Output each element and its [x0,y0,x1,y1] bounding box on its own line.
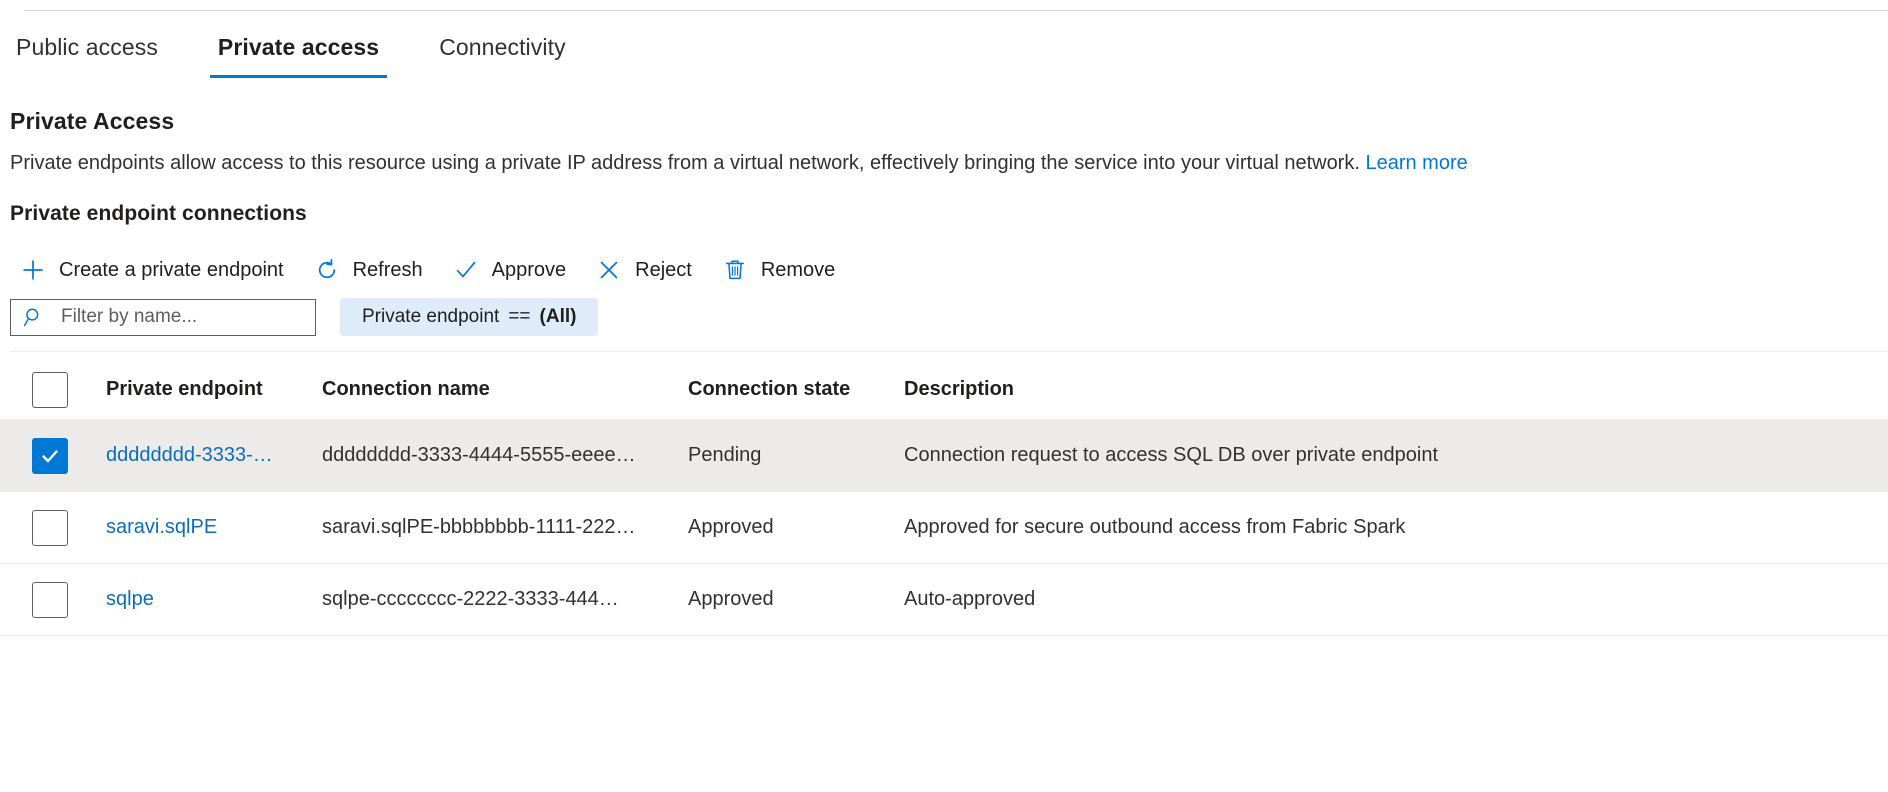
column-header-connection-state[interactable]: Connection state [688,378,904,401]
search-input[interactable] [61,306,307,328]
section-description-text: Private endpoints allow access to this r… [10,152,1360,174]
tab-public-access-label: Public access [16,34,158,60]
row-checkbox[interactable] [32,509,68,546]
filter-pill-field: Private endpoint [362,306,500,327]
private-endpoint-connections-table: Private endpoint Connection name Connect… [0,351,1888,636]
cell-connection-name: sqlpe-cccccccc-2222-3333-444… [322,588,619,610]
cell-connection-name: saravi.sqlPE-bbbbbbbb-1111-222… [322,516,636,538]
filter-pill-operator: == [508,306,531,327]
cell-description: Auto-approved [904,588,1036,610]
refresh-button[interactable]: Refresh [304,253,437,287]
filter-pill-private-endpoint[interactable]: Private endpoint == (All) [340,298,599,336]
row-checkbox[interactable] [32,581,68,618]
tab-private-access-label: Private access [217,34,380,60]
table-row[interactable]: sqlpe sqlpe-cccccccc-2222-3333-444… Appr… [0,564,1888,636]
private-endpoint-link[interactable]: sqlpe [106,588,154,610]
reject-button[interactable]: Reject [586,253,706,287]
cell-private-endpoint: sqlpe [106,588,322,611]
column-header-connection-name[interactable]: Connection name [322,378,688,401]
trash-icon [722,257,748,283]
filter-pill-value: (All) [539,306,577,327]
approve-button[interactable]: Approve [443,253,581,287]
top-divider [24,10,1888,11]
search-box[interactable] [10,298,316,336]
search-icon [23,306,45,328]
tab-public-access[interactable]: Public access [10,26,188,78]
row-select-cell [0,581,106,618]
column-header-description[interactable]: Description [904,378,1888,401]
refresh-label: Refresh [352,259,423,281]
table-row[interactable]: saravi.sqlPE saravi.sqlPE-bbbbbbbb-1111-… [0,492,1888,564]
table-top-divider [10,351,1888,352]
command-bar: Create a private endpoint Refresh Approv… [10,250,855,290]
section-description: Private endpoints allow access to this r… [10,149,1468,177]
cell-connection-name: dddddddd-3333-4444-5555-eeee… [322,444,636,466]
table-header-row: Private endpoint Connection name Connect… [0,360,1888,420]
plus-icon [20,257,46,283]
row-checkbox[interactable] [32,437,68,474]
private-access-pane: Public access Private access Connectivit… [0,0,1888,792]
row-select-cell [0,437,106,474]
table-row[interactable]: dddddddd-3333-… dddddddd-3333-4444-5555-… [0,420,1888,492]
subsection-title: Private endpoint connections [10,202,307,225]
refresh-icon [314,257,340,283]
page-title: Private Access [10,108,175,134]
row-select-cell [0,509,106,546]
cell-description: Approved for secure outbound access from… [904,516,1406,538]
cell-connection-state: Approved [688,516,774,538]
create-private-endpoint-label: Create a private endpoint [59,259,284,281]
cell-connection-state: Approved [688,588,774,610]
private-endpoint-link[interactable]: saravi.sqlPE [106,516,217,538]
cell-description: Connection request to access SQL DB over… [904,444,1439,466]
reject-label: Reject [635,259,692,281]
tab-private-access[interactable]: Private access [188,26,409,78]
cross-icon [596,257,622,283]
approve-label: Approve [491,259,567,281]
select-all-cell [0,371,106,408]
private-endpoint-link[interactable]: dddddddd-3333-… [106,444,273,466]
checkmark-icon [453,257,479,283]
learn-more-link[interactable]: Learn more [1365,152,1467,174]
cell-private-endpoint: dddddddd-3333-… [106,444,322,467]
tab-connectivity-label: Connectivity [439,34,566,60]
tab-connectivity[interactable]: Connectivity [409,26,595,78]
select-all-checkbox[interactable] [32,371,68,408]
cell-connection-state: Pending [688,444,762,466]
cell-private-endpoint: saravi.sqlPE [106,516,322,539]
create-private-endpoint-button[interactable]: Create a private endpoint [10,253,298,287]
remove-label: Remove [760,259,836,281]
column-header-private-endpoint[interactable]: Private endpoint [106,378,322,401]
remove-button[interactable]: Remove [712,253,849,287]
filter-row: Private endpoint == (All) [10,298,599,336]
tabstrip: Public access Private access Connectivit… [10,26,596,78]
